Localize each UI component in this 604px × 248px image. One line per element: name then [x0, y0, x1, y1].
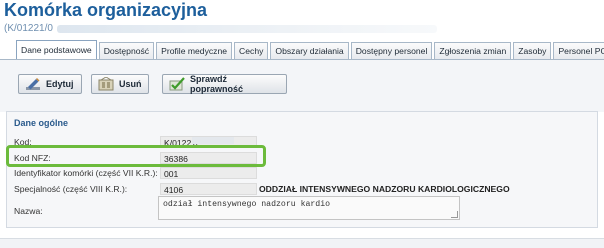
pencil-icon — [25, 77, 41, 91]
edit-button[interactable]: Edytuj — [18, 74, 82, 94]
checkmark-icon — [169, 77, 185, 91]
tab-cechy[interactable]: Cechy — [234, 42, 269, 60]
tab-dostepny-personel[interactable]: Dostępny personel — [350, 42, 433, 60]
subtitle-row: (K/01221/0 — [4, 23, 437, 34]
delete-button-label: Usuń — [119, 79, 142, 89]
edit-button-label: Edytuj — [46, 79, 74, 89]
tab-bar: Dane podstawowe Dostępność Profile medyc… — [16, 40, 604, 60]
redacted-text — [56, 24, 437, 33]
tab-profile-medyczne[interactable]: Profile medyczne — [156, 42, 233, 60]
delete-button[interactable]: Usuń — [91, 74, 149, 94]
validate-button[interactable]: Sprawdź poprawność — [162, 74, 287, 94]
page-subtitle: (K/01221/0 — [4, 23, 53, 34]
tab-personel-poz[interactable]: Personel POZ — [553, 42, 604, 60]
resize-handle[interactable] — [451, 211, 458, 218]
validate-button-label: Sprawdź poprawność — [190, 74, 244, 94]
nazwa-label: Nazwa: — [14, 206, 43, 216]
tab-dostepnosc[interactable]: Dostępność — [98, 42, 155, 60]
tab-dane-podstawowe[interactable]: Dane podstawowe — [16, 40, 97, 60]
specjalnosc-label: Specjalność (część VIII K.R.): — [14, 184, 128, 194]
identyfikator-label: Identyfikator komórki (część VII K.R.): — [14, 168, 158, 178]
tab-zgloszenia-zmian[interactable]: Zgłoszenia zmian — [434, 42, 512, 60]
tab-obszary-dzialania[interactable]: Obszary działania — [270, 42, 349, 60]
nazwa-value: odział intensywnego nadzoru kardio — [163, 200, 331, 209]
identyfikator-value: 001 — [160, 167, 257, 179]
redacted-text — [192, 137, 234, 144]
tab-zasoby[interactable]: Zasoby — [513, 42, 552, 60]
specjalnosc-description: ODDZIAŁ INTENSYWNEGO NADZORU KARDIOLOGIC… — [259, 184, 510, 194]
section-title: Dane ogólne — [14, 118, 69, 128]
specjalnosc-value: 4106 — [160, 183, 257, 195]
nazwa-textarea[interactable]: odział intensywnego nadzoru kardio — [158, 196, 460, 220]
highlight-box — [6, 145, 266, 167]
page-title: Komórka organizacyjna — [4, 0, 208, 20]
delete-icon — [98, 77, 114, 91]
